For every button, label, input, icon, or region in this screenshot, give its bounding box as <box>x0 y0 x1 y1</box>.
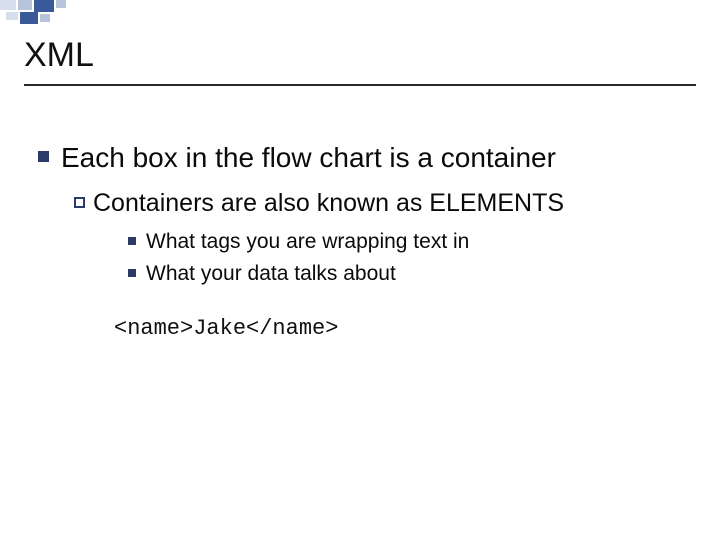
bullet-level1-text: Each box in the flow chart is a containe… <box>61 140 556 175</box>
bullet-level3-b: What your data talks about <box>128 260 682 288</box>
small-square-bullet-icon <box>128 269 136 277</box>
bullet-level3-a: What tags you are wrapping text in <box>128 228 682 256</box>
slide-content: Each box in the flow chart is a containe… <box>38 140 682 341</box>
bullet-level1: Each box in the flow chart is a containe… <box>38 140 682 175</box>
bullet-level2-text: Containers are also known as ELEMENTS <box>93 187 564 220</box>
small-square-bullet-icon <box>128 237 136 245</box>
square-bullet-icon <box>38 151 49 162</box>
bullet-level3b-text: What your data talks about <box>146 260 396 288</box>
slide-title: XML <box>24 36 94 75</box>
hollow-square-bullet-icon <box>74 197 85 208</box>
code-example: <name>Jake</name> <box>114 316 682 341</box>
bullet-level2: Containers are also known as ELEMENTS <box>74 187 682 220</box>
title-underline <box>24 84 696 86</box>
corner-decoration <box>0 0 80 30</box>
bullet-level3a-text: What tags you are wrapping text in <box>146 228 469 256</box>
